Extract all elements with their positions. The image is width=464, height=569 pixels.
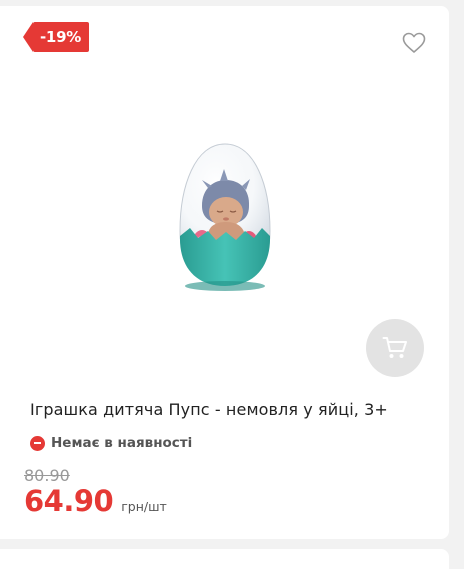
old-price: 80.90 bbox=[24, 466, 70, 485]
product-card[interactable]: -19% Іграшка дитяча Пупс - немовля у яйц… bbox=[0, 6, 449, 539]
product-image[interactable] bbox=[150, 136, 300, 306]
shopping-cart-icon bbox=[382, 337, 407, 358]
availability-label: Немає в наявності bbox=[51, 435, 193, 451]
favorite-button[interactable] bbox=[402, 32, 426, 54]
availability-status: Немає в наявності bbox=[30, 433, 192, 453]
discount-badge: -19% bbox=[23, 22, 89, 52]
toy-egg-image bbox=[179, 143, 271, 291]
minus-circle-icon bbox=[30, 435, 45, 451]
price-row: 64.90 грн/шт bbox=[24, 484, 167, 518]
product-title[interactable]: Іграшка дитяча Пупс - немовля у яйці, 3+ bbox=[30, 400, 430, 419]
heart-outline-icon bbox=[402, 32, 426, 53]
add-to-cart-button[interactable] bbox=[366, 319, 424, 377]
current-price: 64.90 bbox=[24, 484, 114, 518]
next-product-card bbox=[0, 549, 449, 569]
price-unit: грн/шт bbox=[121, 499, 167, 514]
